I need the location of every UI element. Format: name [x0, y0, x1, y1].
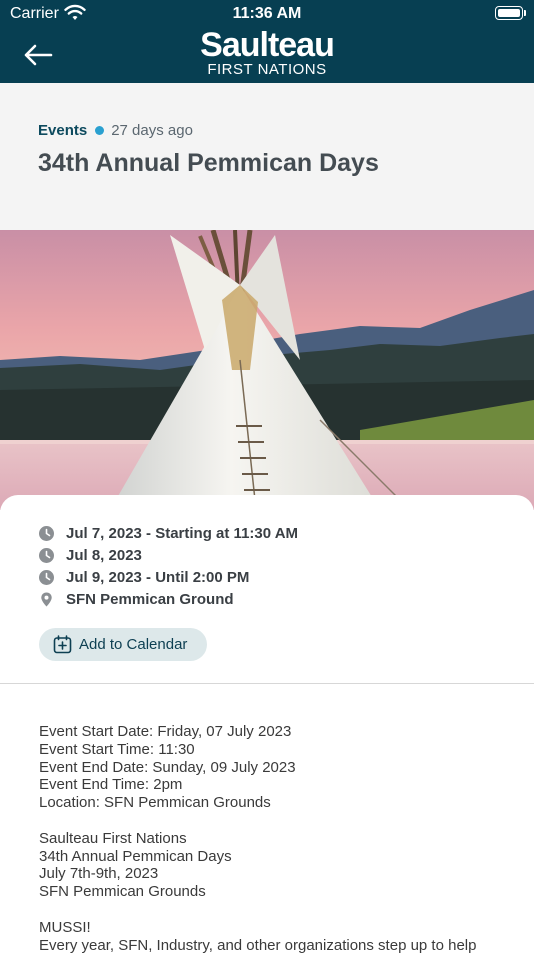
- clock-icon: [39, 547, 54, 563]
- page-title: 34th Annual Pemmican Days: [38, 149, 379, 177]
- detail-text: Jul 8, 2023: [66, 546, 142, 564]
- time-ago: 27 days ago: [111, 122, 193, 139]
- description-line: SFN Pemmican Grounds: [39, 883, 206, 901]
- detail-text: SFN Pemmican Ground: [66, 590, 234, 608]
- detail-end-date: Jul 9, 2023 - Until 2:00 PM: [39, 567, 249, 587]
- event-details-card: Jul 7, 2023 - Starting at 11:30 AM Jul 8…: [0, 495, 534, 684]
- separator-dot: [95, 126, 105, 135]
- post-header: Events 27 days ago 34th Annual Pemmican …: [0, 83, 534, 230]
- event-hero-image: [0, 230, 534, 510]
- clock-icon: [39, 525, 54, 541]
- description-line: Event End Time: 2pm: [39, 776, 183, 794]
- event-description: Event Start Date: Friday, 07 July 2023 E…: [39, 723, 509, 954]
- location-pin-icon: [41, 592, 52, 606]
- detail-second-date: Jul 8, 2023: [39, 545, 142, 565]
- description-line: Every year, SFN, Industry, and other org…: [39, 936, 477, 954]
- description-line: Event Start Date: Friday, 07 July 2023: [39, 723, 292, 740]
- clock-icon: [39, 569, 54, 585]
- logo-sub-text: FIRST NATIONS: [207, 61, 327, 78]
- add-to-calendar-label: Add to Calendar: [79, 636, 188, 653]
- detail-start-date: Jul 7, 2023 - Starting at 11:30 AM: [39, 523, 298, 543]
- category-label[interactable]: Events: [38, 122, 87, 139]
- nav-bar: Saulteau FIRST NATIONS: [0, 28, 534, 83]
- description-line: Event Start Time: 11:30: [39, 740, 195, 758]
- description-line: Saulteau First Nations: [39, 829, 187, 847]
- post-meta: Events 27 days ago: [38, 122, 193, 139]
- saulteau-logo: Saulteau FIRST NATIONS: [0, 28, 534, 78]
- description-line: Event End Date: Sunday, 09 July 2023: [39, 758, 296, 776]
- battery-icon: [495, 6, 523, 20]
- detail-location: SFN Pemmican Ground: [39, 589, 234, 609]
- status-time: 11:36 AM: [232, 5, 302, 22]
- detail-text: Jul 7, 2023 - Starting at 11:30 AM: [66, 524, 299, 542]
- description-line: MUSSI!: [39, 918, 91, 936]
- detail-text: Jul 9, 2023 - Until 2:00 PM: [66, 568, 250, 586]
- description-line: Location: SFN Pemmican Grounds: [39, 794, 271, 812]
- description-line: July 7th-9th, 2023: [39, 865, 159, 883]
- description-line: 34th Annual Pemmican Days: [39, 847, 232, 865]
- battery-tip: [524, 10, 526, 16]
- logo-main-text: Saulteau: [200, 26, 335, 64]
- calendar-add-icon: [53, 635, 72, 654]
- add-to-calendar-button[interactable]: Add to Calendar: [39, 628, 207, 661]
- tipi-landscape-image: [0, 230, 534, 510]
